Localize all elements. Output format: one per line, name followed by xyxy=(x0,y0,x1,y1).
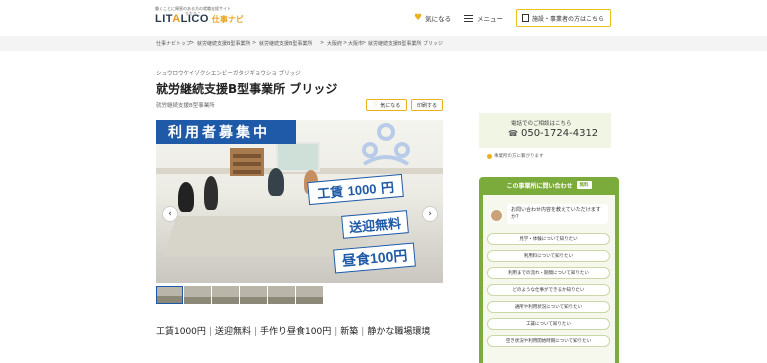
feature-tag: 手作り昼食100円 xyxy=(260,327,332,337)
header-favorites-link[interactable]: ♥ 気になる xyxy=(414,13,451,23)
carousel-thumbnail[interactable] xyxy=(268,286,295,304)
feature-tag: 新築 xyxy=(340,327,359,337)
phone-contact-box[interactable]: 電話でのご相談はこちら ☎ 050-1724-4312 xyxy=(479,113,611,148)
feature-tags: 工賃1000円 | 送迎無料 | 手作り昼食100円 | 新築 | 静かな職場環境 xyxy=(156,327,431,337)
inquiry-option-button[interactable]: 利用までの流れ・期間について知りたい xyxy=(487,267,610,279)
breadcrumb: 仕事ナビトップ > 就労継続支援B型事業所 > 就労継続支援B型事業所 > 大阪… xyxy=(0,36,767,51)
phone-number[interactable]: ☎ 050-1724-4312 xyxy=(508,128,598,139)
facility-kana: シュウロウケイゾクシエンビーガタジギョウショ ブリッジ xyxy=(156,71,301,77)
header-menu-button[interactable]: メニュー xyxy=(464,13,503,23)
print-button-label: 印刷する xyxy=(416,102,437,109)
recruiting-banner: 利用者募集中 xyxy=(156,120,296,144)
feature-tag: 静かな職場環境 xyxy=(367,327,431,337)
inquiry-option-button[interactable]: 利用料について知りたい xyxy=(487,250,610,262)
logo-ruby: りたりこ xyxy=(185,11,201,16)
carousel-thumbnail[interactable] xyxy=(156,286,183,304)
building-icon xyxy=(522,14,529,22)
page-title: 就労継続支援B型事業所 ブリッジ xyxy=(156,82,338,96)
inquiry-option-button[interactable]: 工賃について知りたい xyxy=(487,318,610,330)
business-link-label: 施設・事業者の方はこちら xyxy=(532,15,605,23)
favorite-button-label: 気になる xyxy=(380,102,401,109)
breadcrumb-item[interactable]: 仕事ナビトップ xyxy=(156,40,191,47)
inquiry-option-button[interactable]: 見学・体験について知りたい xyxy=(487,233,610,245)
info-icon xyxy=(487,153,492,159)
feature-tag: 工賃1000円 xyxy=(156,327,206,337)
phone-icon: ☎ xyxy=(508,129,518,138)
favorites-label: 気になる xyxy=(425,15,452,23)
favorite-button[interactable]: ♡ 気になる xyxy=(366,99,407,111)
hamburger-icon xyxy=(464,14,473,22)
carousel-thumbnail[interactable] xyxy=(240,286,267,304)
inquiry-option-button[interactable]: 通所や利用状況について知りたい xyxy=(487,301,610,313)
phone-label: 電話でのご相談はこちら xyxy=(511,121,572,127)
breadcrumb-item[interactable]: 就労継続支援B型事業所 xyxy=(197,40,250,47)
inquiry-body: お問い合わせ内容を教えていただけますか？ 見学・体験について知りたい 利用料につ… xyxy=(483,195,615,363)
breadcrumb-separator: > xyxy=(190,40,195,46)
phone-note: 事業所の方に繋がります xyxy=(487,153,544,159)
site-logo[interactable]: 働くことに障害のある方の就職支援サイト LITALICO 仕事ナビ りたりこ xyxy=(155,6,244,25)
heart-outline-icon: ♡ xyxy=(372,101,379,108)
carousel-thumbnails xyxy=(156,286,324,304)
character-logo-illustration xyxy=(362,123,410,166)
business-link-button[interactable]: 施設・事業者の方はこちら xyxy=(516,9,611,27)
breadcrumb-separator: > xyxy=(320,40,325,46)
carousel-thumbnail[interactable] xyxy=(184,286,211,304)
inquiry-prompt: お問い合わせ内容を教えていただけますか？ xyxy=(507,204,608,224)
breadcrumb-separator: > xyxy=(343,40,348,46)
breadcrumb-separator: > xyxy=(252,40,257,46)
inquiry-option-button[interactable]: 空き状況や利用開始時期について知りたい xyxy=(487,335,610,347)
facility-category: 就労継続支援B型事業所 xyxy=(156,103,215,109)
carousel-next-button[interactable]: › xyxy=(422,206,438,222)
carousel-thumbnail[interactable] xyxy=(296,286,323,304)
inquiry-option-button[interactable]: どのような仕事ができるか知りたい xyxy=(487,284,610,296)
breadcrumb-item[interactable]: 就労継続支援B型事業所 xyxy=(259,40,312,47)
inquiry-panel: この事業所に問い合わせ 無料 お問い合わせ内容を教えていただけますか？ 見学・体… xyxy=(479,177,619,363)
staff-avatar xyxy=(490,209,503,222)
inquiry-header: この事業所に問い合わせ 無料 xyxy=(479,177,619,193)
breadcrumb-current: 就労継続支援B型事業所 ブリッジ xyxy=(368,41,444,47)
heart-icon: ♥ xyxy=(414,12,423,23)
breadcrumb-item[interactable]: 大阪府 xyxy=(327,40,342,47)
chevron-right-icon: › xyxy=(428,209,432,219)
carousel-prev-button[interactable]: ‹ xyxy=(162,206,178,222)
hero-carousel: 利用者募集中 工賃 1000 円 送迎無料 昼食100円 ‹ › xyxy=(156,120,443,283)
menu-label: メニュー xyxy=(477,15,503,23)
print-button[interactable]: 印刷する xyxy=(411,99,443,111)
carousel-thumbnail[interactable] xyxy=(212,286,239,304)
free-badge: 無料 xyxy=(576,181,592,189)
breadcrumb-separator: > xyxy=(362,40,367,46)
feature-tag: 送迎無料 xyxy=(214,327,251,337)
chevron-left-icon: ‹ xyxy=(168,209,172,219)
logo-subtitle: 仕事ナビ xyxy=(211,15,244,24)
site-header: 働くことに障害のある方の就職支援サイト LITALICO 仕事ナビ りたりこ ♥… xyxy=(0,0,767,36)
breadcrumb-item[interactable]: 大阪市 xyxy=(348,40,363,47)
